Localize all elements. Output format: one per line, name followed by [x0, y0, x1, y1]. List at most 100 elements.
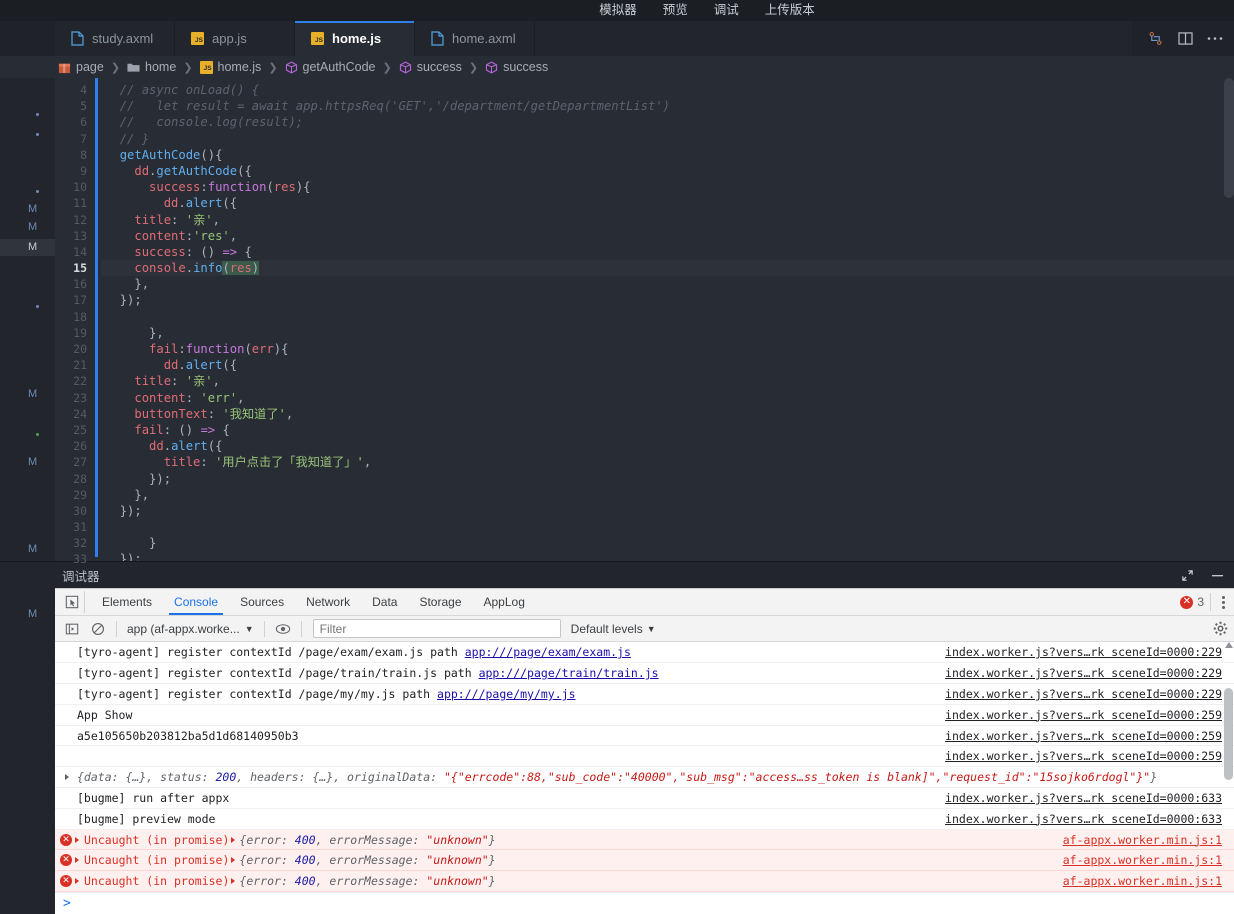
devtools-tab-storage[interactable]: Storage: [408, 589, 472, 615]
console-source-location-link[interactable]: af-appx.worker.min.js:1: [1063, 833, 1234, 847]
editor-tab-app-js[interactable]: JS app.js: [175, 21, 295, 56]
code-line[interactable]: buttonText: '我知道了',: [101, 406, 1234, 422]
expand-arrow-icon[interactable]: [75, 878, 79, 885]
code-line[interactable]: content: 'err',: [101, 390, 1234, 406]
source-control-icon[interactable]: [1146, 30, 1164, 48]
console-source-link[interactable]: app:///page/exam/exam.js: [465, 645, 631, 659]
expand-panel-icon[interactable]: [1180, 568, 1194, 582]
console-source-link[interactable]: app:///page/train/train.js: [479, 666, 659, 680]
code-line[interactable]: [101, 519, 1234, 535]
console-source-link[interactable]: app:///page/my/my.js: [437, 687, 575, 701]
scroll-up-arrow-icon[interactable]: [1225, 642, 1233, 649]
devtools-settings-icon[interactable]: [1213, 621, 1228, 636]
code-line[interactable]: // console.log(result);: [101, 114, 1234, 130]
code-line[interactable]: // async onLoad() {: [101, 82, 1234, 98]
expand-arrow-icon[interactable]: [231, 836, 236, 843]
console-sidebar-toggle-icon[interactable]: [59, 618, 85, 640]
expand-arrow-icon[interactable]: [75, 836, 79, 843]
code-line[interactable]: title: '亲',: [101, 373, 1234, 389]
devtools-tab-data[interactable]: Data: [361, 589, 408, 615]
code-line[interactable]: fail:function(err){: [101, 341, 1234, 357]
more-actions-icon[interactable]: [1206, 30, 1224, 48]
code-line[interactable]: dd.alert({: [101, 438, 1234, 454]
console-source-location-link[interactable]: af-appx.worker.min.js:1: [1063, 853, 1234, 867]
code-line[interactable]: title: '亲',: [101, 212, 1234, 228]
console-levels-selector[interactable]: Default levels ▼: [571, 622, 656, 636]
editor-vertical-scrollbar[interactable]: [1224, 78, 1234, 198]
code-line[interactable]: // let result = await app.httpsReq('GET'…: [101, 98, 1234, 114]
console-scrollbar[interactable]: [1224, 642, 1233, 892]
console-error-row[interactable]: ✕ Uncaught (in promise) {error: 400, error…: [55, 829, 1234, 851]
console-filter-input[interactable]: [312, 619, 561, 639]
editor-minimap-gutter[interactable]: MMMMMMM: [0, 78, 55, 620]
breadcrumb-item-getAuthCode[interactable]: getAuthCode: [285, 60, 376, 74]
code-line[interactable]: success:function(res){: [101, 179, 1234, 195]
devtools-tab-console[interactable]: Console: [163, 589, 229, 616]
devtools-tab-network[interactable]: Network: [295, 589, 361, 615]
code-line[interactable]: title: '用户点击了「我知道了」',: [101, 454, 1234, 470]
console-source-location-link[interactable]: index.worker.js?vers…rk sceneId=0000:633: [945, 812, 1234, 826]
console-log-row[interactable]: index.worker.js?vers…rk sceneId=0000:259: [55, 746, 1234, 768]
devtools-tab-applog[interactable]: AppLog: [473, 589, 536, 615]
console-source-location-link[interactable]: index.worker.js?vers…rk sceneId=0000:229: [945, 666, 1234, 680]
code-line[interactable]: });: [101, 292, 1234, 308]
console-log-row[interactable]: [bugme] run after appx index.worker.js?ve…: [55, 788, 1234, 809]
console-source-location-link[interactable]: index.worker.js?vers…rk sceneId=0000:259: [945, 708, 1234, 722]
breadcrumb-item-home[interactable]: home: [127, 60, 176, 74]
inspect-element-icon[interactable]: [59, 591, 85, 614]
code-line[interactable]: },: [101, 487, 1234, 503]
devtools-tab-elements[interactable]: Elements: [91, 589, 163, 615]
code-line[interactable]: content:'res',: [101, 228, 1234, 244]
minimize-panel-icon[interactable]: [1210, 568, 1224, 582]
code-line[interactable]: getAuthCode(){: [101, 147, 1234, 163]
menu-upload-version[interactable]: 上传版本: [765, 4, 815, 17]
code-line[interactable]: dd.getAuthCode({: [101, 163, 1234, 179]
code-line[interactable]: },: [101, 325, 1234, 341]
error-count-badge[interactable]: ✕ 3: [1180, 595, 1204, 609]
console-log-row[interactable]: [tyro-agent] register contextId /page/my…: [55, 684, 1234, 705]
console-error-row[interactable]: ✕ Uncaught (in promise) {error: 400, error…: [55, 850, 1234, 872]
expand-arrow-icon[interactable]: [75, 857, 79, 864]
console-log-row[interactable]: [bugme] preview mode index.worker.js?vers…: [55, 809, 1234, 830]
code-line[interactable]: // }: [101, 131, 1234, 147]
split-editor-icon[interactable]: [1176, 30, 1194, 48]
console-source-location-link[interactable]: index.worker.js?vers…rk sceneId=0000:229: [945, 645, 1234, 659]
menu-simulator[interactable]: 模拟器: [599, 4, 637, 17]
code-line[interactable]: dd.alert({: [101, 357, 1234, 373]
code-line[interactable]: });: [101, 551, 1234, 561]
code-content[interactable]: // async onLoad() { // let result = awai…: [101, 78, 1234, 562]
console-source-location-link[interactable]: index.worker.js?vers…rk sceneId=0000:259: [945, 729, 1234, 743]
editor-tab-home-axml[interactable]: home.axml: [415, 21, 535, 56]
code-line[interactable]: });: [101, 471, 1234, 487]
console-log-row[interactable]: App Show index.worker.js?vers…rk sceneId=…: [55, 705, 1234, 726]
clear-console-icon[interactable]: [85, 618, 111, 640]
console-log-row[interactable]: a5e105650b203812ba5d1d68140950b3 index.wo…: [55, 726, 1234, 747]
console-error-row[interactable]: ✕ Uncaught (in promise) {error: 400, error…: [55, 871, 1234, 892]
code-line[interactable]: success: () => {: [101, 244, 1234, 260]
console-log-row[interactable]: {data: {…}, status: 200, headers: {…}, o…: [55, 767, 1234, 789]
expand-arrow-icon[interactable]: [231, 857, 236, 864]
code-line[interactable]: dd.alert({: [101, 195, 1234, 211]
console-source-location-link[interactable]: index.worker.js?vers…rk sceneId=0000:259: [945, 749, 1234, 763]
code-line[interactable]: [101, 309, 1234, 325]
editor-tab-study-axml[interactable]: study.axml: [55, 21, 175, 56]
editor-tab-home-js[interactable]: JS home.js: [295, 21, 415, 56]
menu-preview[interactable]: 预览: [663, 4, 688, 17]
breadcrumb-item-success[interactable]: success: [399, 60, 462, 74]
breadcrumb-item-page[interactable]: page: [58, 60, 104, 74]
live-expression-icon[interactable]: [270, 618, 296, 640]
console-log-row[interactable]: [tyro-agent] register contextId /page/ex…: [55, 642, 1234, 664]
console-source-location-link[interactable]: index.worker.js?vers…rk sceneId=0000:229: [945, 687, 1234, 701]
code-line[interactable]: fail: () => {: [101, 422, 1234, 438]
menu-debug[interactable]: 调试: [714, 4, 739, 17]
console-input-prompt[interactable]: >: [55, 892, 1234, 914]
breadcrumb-item-home-js[interactable]: JS home.js: [199, 60, 261, 74]
console-output[interactable]: [tyro-agent] register contextId /page/ex…: [55, 642, 1234, 892]
console-scrollbar-thumb[interactable]: [1224, 688, 1233, 781]
breadcrumb-item-success[interactable]: success: [485, 60, 548, 74]
console-source-location-link[interactable]: index.worker.js?vers…rk sceneId=0000:633: [945, 791, 1234, 805]
devtools-more-icon[interactable]: [1210, 593, 1226, 612]
code-line[interactable]: }: [101, 535, 1234, 551]
expand-arrow-icon[interactable]: [231, 878, 236, 885]
devtools-tab-sources[interactable]: Sources: [229, 589, 295, 615]
